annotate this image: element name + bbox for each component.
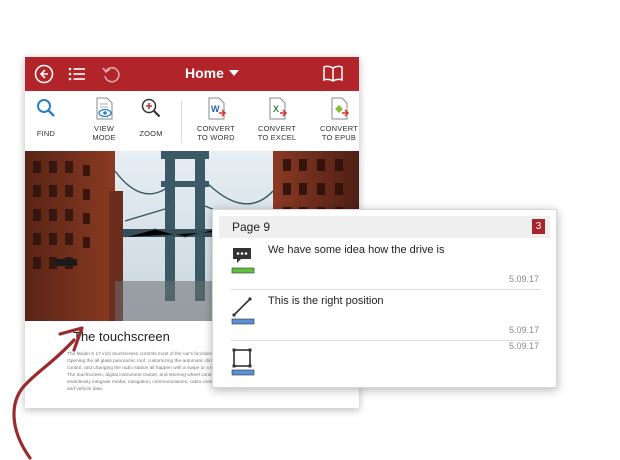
- annotations-panel: Page 9 3 We have some idea how the drive…: [212, 209, 557, 388]
- convert-word-label-1: CONVERT: [197, 124, 235, 133]
- color-swatch: [231, 318, 255, 325]
- list-icon[interactable]: [67, 64, 87, 84]
- convert-epub-label-1: CONVERT: [320, 124, 358, 133]
- search-icon: [37, 99, 55, 117]
- panel-header: Page 9 3: [219, 216, 550, 238]
- convert-to-excel-button[interactable]: X CONVERT TO EXCEL: [251, 97, 303, 149]
- annotation-item-comment[interactable]: We have some idea how the drive is 5.09.…: [231, 241, 541, 290]
- view-mode-button[interactable]: VIEW MODE: [78, 97, 130, 149]
- zoom-icon: [141, 98, 161, 118]
- back-icon[interactable]: [34, 64, 54, 84]
- convert-excel-label-2: TO EXCEL: [257, 133, 297, 142]
- convert-epub-label-2: TO EPUB: [321, 133, 357, 142]
- arrow-illustration: [12, 326, 84, 460]
- excel-file-icon: X: [269, 97, 288, 120]
- find-button[interactable]: FIND: [25, 97, 72, 149]
- annotation-item-rectangle[interactable]: 5.09.17: [231, 341, 541, 391]
- home-dropdown[interactable]: Home: [185, 65, 239, 81]
- toolbar-divider: [181, 101, 182, 143]
- convert-to-epub-button[interactable]: CONVERT TO EPUB: [313, 97, 359, 149]
- convert-excel-label-1: CONVERT: [258, 124, 296, 133]
- word-file-icon: W: [208, 97, 227, 120]
- convert-word-label-2: TO WORD: [197, 133, 235, 142]
- top-bar: Home: [25, 57, 359, 91]
- epub-file-icon: [331, 97, 350, 120]
- line-icon: [231, 296, 255, 325]
- color-swatch: [231, 267, 255, 274]
- annotation-date: 5.09.17: [508, 325, 539, 335]
- annotation-date: 5.09.17: [508, 274, 539, 284]
- view-mode-label-2: MODE: [92, 133, 116, 142]
- undo-icon[interactable]: [101, 64, 121, 84]
- annotation-text: This is the right position: [268, 295, 384, 307]
- find-label: FIND: [36, 129, 56, 138]
- rectangle-icon: [231, 347, 255, 376]
- annotation-date: 5.09.17: [508, 341, 539, 351]
- toolbar: FIND VIEW MODE ZOOM W CONVERT TO WORD X CO…: [25, 91, 359, 152]
- view-mode-icon: [96, 97, 113, 120]
- color-swatch: [231, 369, 255, 376]
- chevron-down-icon: [228, 70, 239, 76]
- comment-icon: [231, 245, 255, 274]
- view-mode-label-1: VIEW: [94, 124, 114, 133]
- home-title: Home: [185, 65, 224, 81]
- book-icon[interactable]: [322, 64, 344, 84]
- zoom-label: ZOOM: [139, 129, 163, 138]
- zoom-button[interactable]: ZOOM: [125, 97, 177, 149]
- annotation-item-line[interactable]: This is the right position 5.09.17: [231, 292, 541, 341]
- svg-text:X: X: [273, 104, 279, 114]
- svg-text:W: W: [211, 104, 220, 114]
- annotation-text: We have some idea how the drive is: [268, 244, 445, 256]
- convert-to-word-button[interactable]: W CONVERT TO WORD: [190, 97, 242, 149]
- page-label: Page 9: [232, 220, 271, 234]
- annotation-count-badge: 3: [532, 219, 545, 234]
